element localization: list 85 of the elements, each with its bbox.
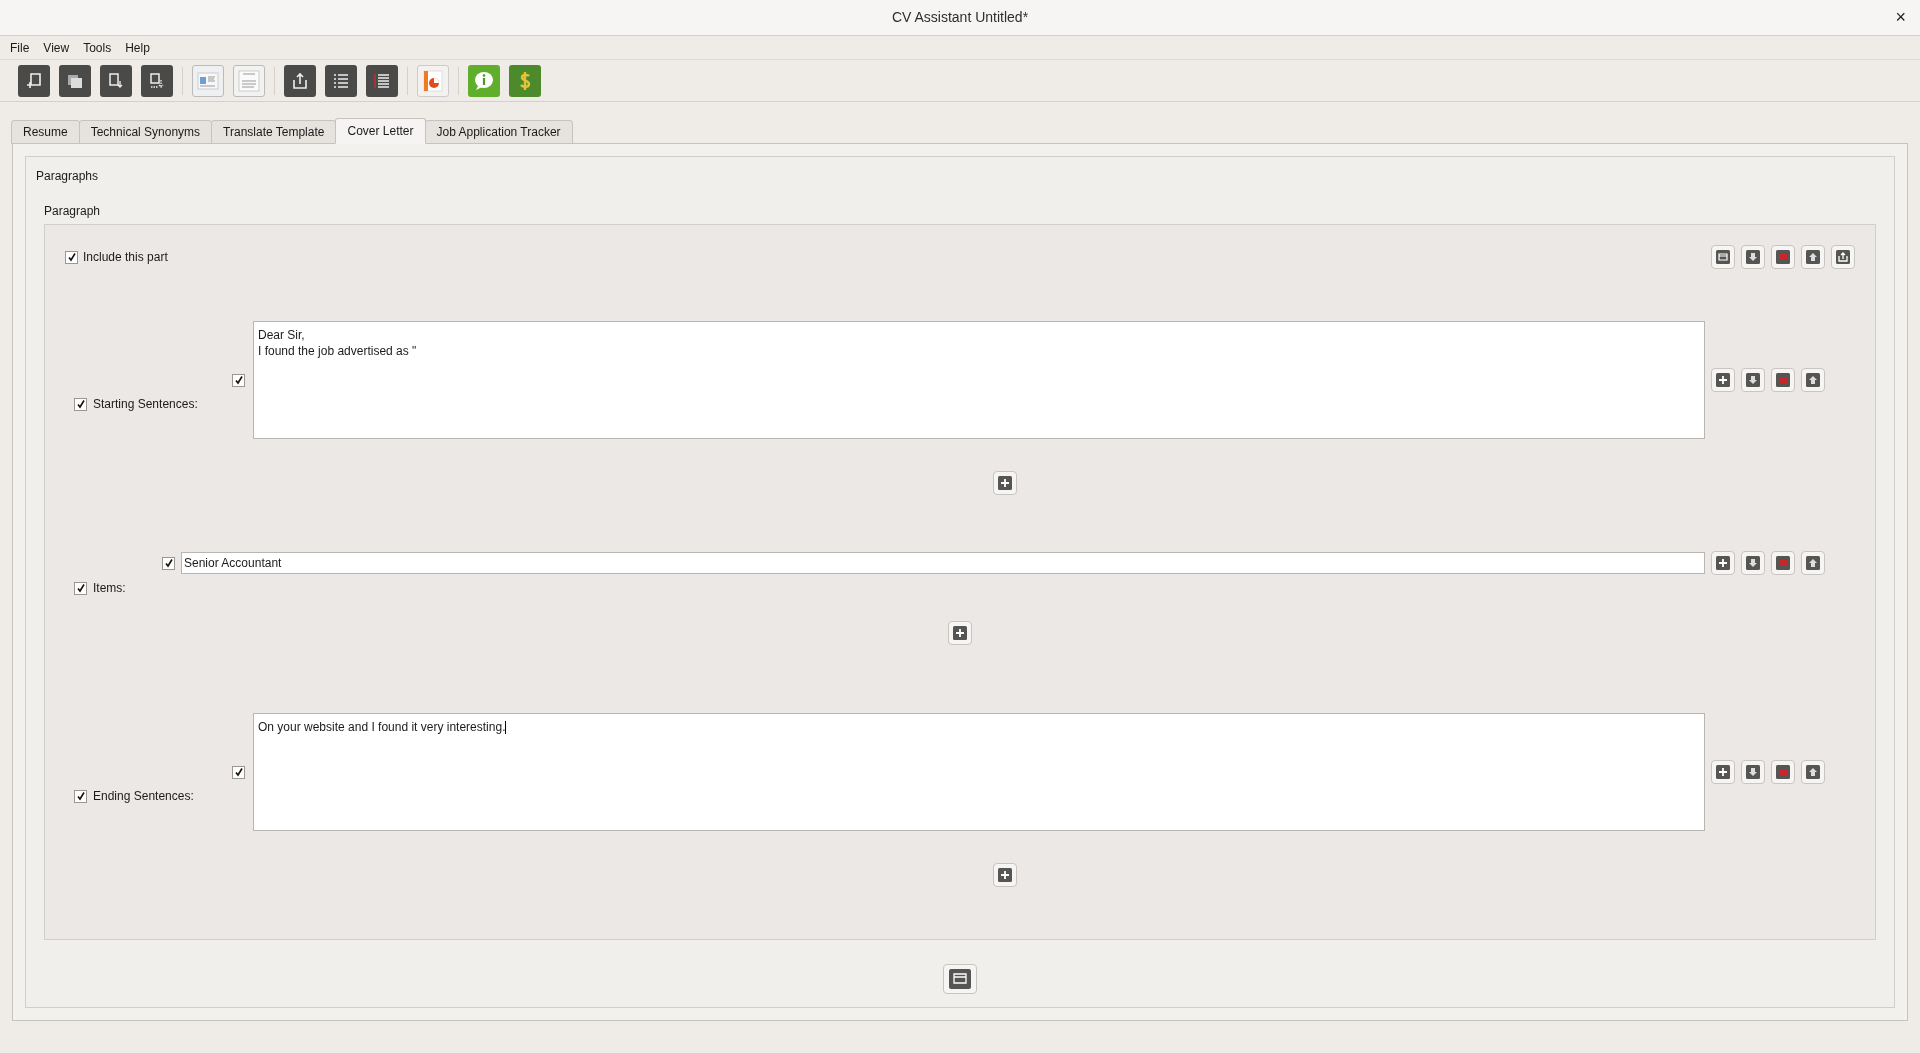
move-up-button[interactable] [1801,245,1825,269]
move-down-button[interactable] [1741,760,1765,784]
text-area[interactable]: On your website and I found it very interesting. [253,713,1705,831]
up-arrow-icon [1806,250,1820,264]
tab[interactable]: Technical Synonyms [78,120,213,144]
move-up-button[interactable] [1801,368,1825,392]
checkbox[interactable] [74,397,87,411]
plus-icon [1716,373,1730,387]
add-page-icon [24,70,44,91]
delete-button[interactable] [1771,245,1795,269]
checkbox-label: Include this part [83,249,168,266]
input-field[interactable]: Senior Accountant [181,552,1705,574]
import-button[interactable] [100,64,132,97]
plus-icon [953,626,967,640]
text-area[interactable]: Dear Sir, I found the job advertised as " [253,321,1705,439]
add-button[interactable] [1711,368,1735,392]
info-button[interactable] [468,64,500,97]
menu-item[interactable]: Tools [83,38,112,57]
move-up-button[interactable] [1801,551,1825,575]
export-button[interactable] [284,64,316,97]
import-all-button[interactable] [141,64,173,97]
new-button[interactable] [18,64,50,97]
checkbox[interactable] [232,765,245,779]
presentation-button[interactable] [417,64,449,97]
checkbox[interactable] [74,789,87,803]
window-title: CV Assistant Untitled* [891,8,1029,27]
add-entry-button[interactable] [993,471,1017,495]
list-button[interactable] [325,64,357,97]
delete-icon [1776,250,1790,264]
checkbox[interactable] [232,373,245,387]
delete-button[interactable] [1771,551,1795,575]
down-arrow-icon [1746,556,1760,570]
menu-item[interactable]: File [10,38,30,57]
group-title: Paragraphs [36,168,100,185]
window-icon [1716,250,1730,264]
delete-icon [1776,373,1790,387]
add-entry-button[interactable] [993,863,1017,887]
up-arrow-icon [1806,373,1820,387]
tab[interactable]: Job Application Tracker [424,120,573,144]
move-up-button[interactable] [1801,760,1825,784]
up-arrow-icon [1806,556,1820,570]
delete-icon [1776,556,1790,570]
down-arrow-icon [1746,765,1760,779]
close-button[interactable]: × [1895,7,1906,27]
export-button[interactable] [1831,245,1855,269]
delete-icon [1776,765,1790,779]
plus-icon [998,476,1012,490]
checkbox[interactable] [74,581,87,595]
export-icon [290,70,310,91]
tab[interactable]: Cover Letter [335,118,426,144]
down-arrow-icon [1746,250,1760,264]
export-icon [1836,250,1850,264]
delete-button[interactable] [1771,760,1795,784]
menu-item[interactable]: View [43,38,70,57]
move-down-button[interactable] [1741,245,1765,269]
add-entry-button[interactable] [948,621,972,645]
tab[interactable]: Translate Template [211,120,337,144]
add-button[interactable] [1711,760,1735,784]
plus-icon [1716,556,1730,570]
contact-card-button[interactable] [192,64,224,97]
tab[interactable]: Resume [11,120,80,144]
delete-button[interactable] [1771,368,1795,392]
lines-button[interactable] [366,64,398,97]
collapse-button[interactable] [1711,245,1735,269]
add-button[interactable] [1711,551,1735,575]
checkbox[interactable] [65,250,78,264]
down-arrow-icon [1746,373,1760,387]
group-label: Items: [93,580,126,597]
text-document-icon [237,68,261,93]
menu-item[interactable]: Help [125,38,150,57]
money-button[interactable] [509,64,541,97]
move-down-button[interactable] [1741,368,1765,392]
up-arrow-icon [1806,765,1820,779]
pie-chart-document-icon [421,68,445,93]
group-label: Ending Sentences: [93,788,194,805]
plus-icon [1716,765,1730,779]
plus-icon [998,868,1012,882]
group-title: Paragraph [44,203,102,220]
add-paragraph-button[interactable] [943,964,977,994]
spell-check-button[interactable] [233,64,265,97]
window-icon [949,969,971,989]
checkbox[interactable] [162,556,175,570]
group-label: Starting Sentences: [93,396,198,413]
copy-button[interactable] [59,64,91,97]
move-down-button[interactable] [1741,551,1765,575]
